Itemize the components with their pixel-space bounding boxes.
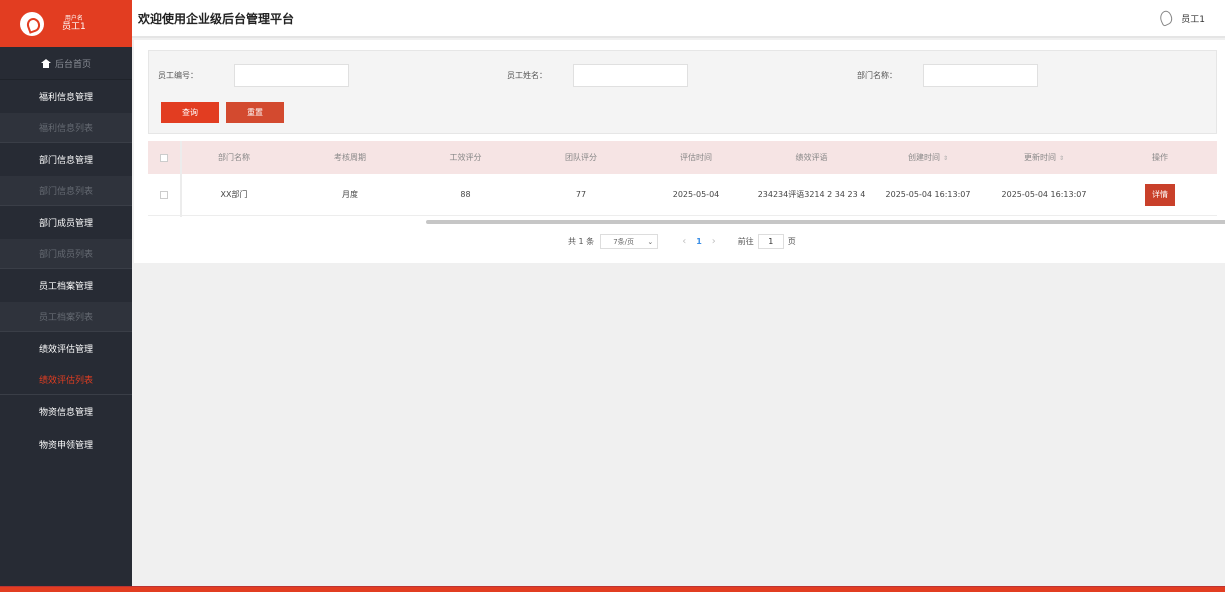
table-row: XX部门 月度 88 77 2025-05-04 234234评语3214 2 … <box>148 174 1217 216</box>
employee-id-label: 员工编号： <box>158 71 198 80</box>
main-content: 员工编号： 员工姓名： 部门名称： 查询 重置 部门名称 考核周期 工效评分 团… <box>134 40 1225 263</box>
performance-table: 部门名称 考核周期 工效评分 团队评分 评估时间 绩效评语 创建时间 ⇕ 更新时间… <box>148 141 1225 224</box>
sidebar-item-home[interactable]: 后台首页 <box>0 47 132 80</box>
sidebar-item-label: 部门成员管理 <box>38 219 93 229</box>
sidebar: 用户名 员工1 后台首页 福利信息管理 福利信息列表 部门信息管理 部门信息列表… <box>0 0 132 592</box>
page-size-value: 7条/页 <box>613 237 634 246</box>
cell-work-score: 88 <box>460 190 471 199</box>
sidebar-item-department-list[interactable]: 部门信息列表 <box>0 176 132 206</box>
home-icon <box>40 58 51 68</box>
horizontal-scrollbar[interactable] <box>426 220 1225 224</box>
sidebar-item-members-list[interactable]: 部门成员列表 <box>0 239 132 269</box>
header-username: 员工1 <box>1181 14 1205 25</box>
employee-id-field: 员工编号： <box>158 64 349 87</box>
sidebar-item-label: 绩效评估管理 <box>38 345 93 355</box>
department-name-field: 部门名称： <box>857 64 1038 87</box>
sidebar-group-members[interactable]: 部门成员管理 <box>0 206 132 239</box>
goto-suffix: 页 <box>787 237 796 246</box>
sidebar-item-welfare-list[interactable]: 福利信息列表 <box>0 113 132 143</box>
select-all-checkbox[interactable] <box>148 153 180 162</box>
top-header: 欢迎使用企业级后台管理平台 员工1 <box>132 0 1225 38</box>
sidebar-item-label: 福利信息管理 <box>38 93 93 103</box>
user-avatar-icon <box>1157 9 1175 27</box>
sidebar-group-archive[interactable]: 员工档案管理 <box>0 269 132 302</box>
sidebar-item-label: 员工档案管理 <box>38 282 93 292</box>
header-user-menu[interactable]: 员工1 <box>1157 9 1205 27</box>
goto-prefix: 前往 <box>737 237 754 246</box>
department-name-input[interactable] <box>923 64 1038 87</box>
sidebar-group-welfare[interactable]: 福利信息管理 <box>0 80 132 113</box>
next-page-icon[interactable]: › <box>712 236 716 247</box>
sort-icon[interactable]: ⇕ <box>943 155 948 162</box>
col-action: 操作 <box>1152 153 1168 162</box>
cell-team-score: 77 <box>575 190 587 199</box>
cell-comment: 234234评语3214 2 34 23 4 <box>757 190 866 199</box>
employee-name-label: 员工姓名： <box>507 71 547 80</box>
sidebar-item-label: 物资申领管理 <box>38 441 93 451</box>
page-size-select[interactable]: 7条/页 ⌄ <box>600 234 659 249</box>
current-page[interactable]: 1 <box>696 237 702 246</box>
goto-page-input[interactable]: 1 <box>757 234 784 249</box>
sidebar-item-label: 物资信息管理 <box>38 408 93 418</box>
pagination-total: 共 1 条 <box>568 237 595 246</box>
col-team-score: 团队评分 <box>565 153 597 162</box>
sort-icon[interactable]: ⇕ <box>1059 155 1064 162</box>
employee-name-input[interactable] <box>573 64 688 87</box>
department-name-label: 部门名称： <box>857 71 897 80</box>
employee-name-field: 员工姓名： <box>507 64 688 87</box>
sidebar-group-performance[interactable]: 绩效评估管理 <box>0 332 132 365</box>
sidebar-user-panel: 用户名 员工1 <box>0 0 132 47</box>
reset-button[interactable]: 重置 <box>226 102 284 123</box>
username-label: 用户名 <box>64 14 83 22</box>
sidebar-group-materials[interactable]: 物资信息管理 <box>0 395 132 428</box>
chevron-down-icon: ⌄ <box>647 237 654 246</box>
sidebar-item-label: 部门成员列表 <box>38 250 93 260</box>
query-button[interactable]: 查询 <box>161 102 219 123</box>
col-created-label: 创建时间 <box>907 153 940 162</box>
col-created[interactable]: 创建时间 ⇕ <box>874 152 982 163</box>
col-cycle: 考核周期 <box>334 153 366 162</box>
sidebar-item-label: 绩效评估列表 <box>38 376 93 386</box>
avatar <box>20 11 44 36</box>
sidebar-item-performance-list[interactable]: 绩效评估列表 <box>0 365 132 395</box>
sidebar-item-label: 福利信息列表 <box>38 124 93 134</box>
prev-page-icon[interactable]: ‹ <box>682 236 686 247</box>
detail-button[interactable]: 详情 <box>1145 183 1175 206</box>
cell-eval-time: 2025-05-04 <box>672 190 720 199</box>
cell-action: 详情 <box>1106 183 1214 206</box>
col-work-score: 工效评分 <box>449 153 482 162</box>
search-panel: 员工编号： 员工姓名： 部门名称： 查询 重置 <box>148 50 1217 134</box>
goto-page: 前往 1 页 <box>738 234 796 249</box>
cell-created: 2025-05-04 16:13:07 <box>885 190 971 199</box>
checkbox-icon <box>160 190 168 199</box>
pagination: 共 1 条 7条/页 ⌄ ‹ 1 › 前往 1 页 <box>568 234 796 249</box>
col-department: 部门名称 <box>218 153 250 162</box>
page-title: 欢迎使用企业级后台管理平台 <box>138 11 295 26</box>
bottom-accent-bar <box>0 586 1225 592</box>
cell-department: XX部门 <box>220 190 248 199</box>
sidebar-item-archive-list[interactable]: 员工档案列表 <box>0 302 132 332</box>
sidebar-group-material-requests[interactable]: 物资申领管理 <box>0 428 132 461</box>
sidebar-item-label: 员工档案列表 <box>38 313 93 323</box>
user-info: 用户名 员工1 <box>62 15 86 33</box>
employee-id-input[interactable] <box>234 64 349 87</box>
sidebar-item-label: 部门信息列表 <box>38 187 93 197</box>
col-eval-time: 评估时间 <box>680 153 712 162</box>
username-value: 员工1 <box>62 21 86 32</box>
sidebar-item-label: 部门信息管理 <box>38 156 93 166</box>
col-updated-label: 更新时间 <box>1023 153 1056 162</box>
sidebar-item-label: 后台首页 <box>54 59 91 70</box>
col-comment: 绩效评语 <box>795 153 828 162</box>
sidebar-group-department[interactable]: 部门信息管理 <box>0 143 132 176</box>
col-updated[interactable]: 更新时间 ⇕ <box>982 152 1106 163</box>
cell-updated: 2025-05-04 16:13:07 <box>1001 190 1087 199</box>
fixed-column-divider <box>180 141 182 217</box>
row-checkbox[interactable] <box>148 190 180 199</box>
cell-cycle: 月度 <box>342 190 358 199</box>
checkbox-icon <box>160 153 168 162</box>
table-header: 部门名称 考核周期 工效评分 团队评分 评估时间 绩效评语 创建时间 ⇕ 更新时间… <box>148 141 1217 174</box>
